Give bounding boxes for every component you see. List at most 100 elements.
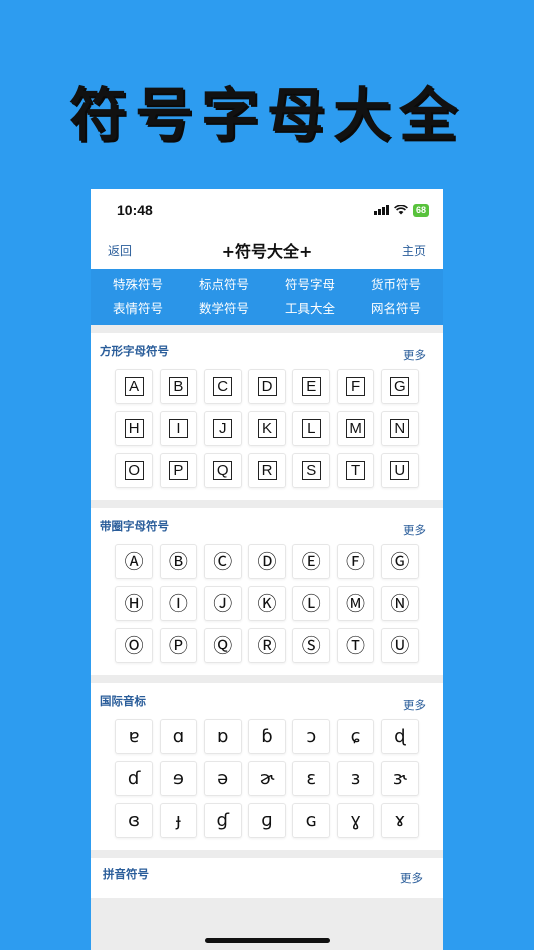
nav-bar: 返回 +符号大全+ 主页 — [91, 231, 443, 269]
symbol-cell[interactable]: R — [248, 453, 286, 488]
symbol-cell[interactable]: J — [203, 411, 242, 446]
symbol-glyph: Ⓑ — [168, 550, 188, 573]
symbol-cell[interactable]: ɛ — [292, 761, 331, 796]
symbol-cell[interactable]: Ⓞ — [115, 628, 153, 663]
symbol-cell[interactable]: ɠ — [203, 803, 242, 838]
symbol-cell[interactable]: P — [159, 453, 198, 488]
symbol-glyph: Ⓗ — [124, 592, 144, 615]
back-button[interactable]: 返回 — [108, 242, 132, 259]
symbol-cell[interactable]: T — [336, 453, 375, 488]
symbol-cell[interactable]: Ⓢ — [292, 628, 331, 663]
symbol-glyph: Ⓣ — [346, 634, 366, 657]
symbol-cell[interactable]: ɟ — [159, 803, 198, 838]
section-title: 国际音标 — [100, 694, 146, 708]
symbol-grid: Ⓐ Ⓑ Ⓒ Ⓓ Ⓔ Ⓕ Ⓖ Ⓗ Ⓘ Ⓙ Ⓚ Ⓛ Ⓜ Ⓝ Ⓞ Ⓟ Ⓠ Ⓡ Ⓢ Ⓣ Ⓤ — [97, 544, 437, 663]
symbol-glyph: ɖ — [394, 725, 406, 747]
tab-punctuation[interactable]: 标点符号 — [181, 275, 267, 294]
symbol-cell[interactable]: ɖ — [381, 719, 419, 754]
symbol-cell[interactable]: ɚ — [248, 761, 286, 796]
symbol-cell[interactable]: S — [292, 453, 331, 488]
symbol-cell[interactable]: F — [336, 369, 375, 404]
symbol-cell[interactable]: Ⓗ — [115, 586, 153, 621]
symbol-cell[interactable]: Ⓘ — [159, 586, 198, 621]
tab-math[interactable]: 数学符号 — [181, 299, 267, 318]
banner-title: 符号字母大全 — [68, 81, 465, 149]
symbol-cell[interactable]: B — [159, 369, 198, 404]
symbol-cell[interactable]: Ⓝ — [381, 586, 419, 621]
symbol-cell[interactable]: G — [381, 369, 419, 404]
symbol-cell[interactable]: L — [292, 411, 331, 446]
symbol-cell[interactable]: C — [203, 369, 242, 404]
tab-emoticons[interactable]: 表情符号 — [95, 299, 181, 318]
more-button[interactable]: 更多 — [403, 697, 426, 713]
symbol-cell[interactable]: E — [292, 369, 331, 404]
symbol-cell[interactable]: ɒ — [203, 719, 242, 754]
symbol-cell[interactable]: K — [248, 411, 286, 446]
symbol-cell[interactable]: ə — [203, 761, 242, 796]
symbol-cell[interactable]: N — [381, 411, 419, 446]
symbol-cell[interactable]: Ⓒ — [203, 544, 242, 579]
symbol-cell[interactable]: ɞ — [115, 803, 153, 838]
symbol-cell[interactable]: Q — [203, 453, 242, 488]
symbol-cell[interactable]: ɤ — [381, 803, 419, 838]
tab-currency[interactable]: 货币符号 — [353, 275, 439, 294]
symbol-cell[interactable]: Ⓤ — [381, 628, 419, 663]
section-title: 拼音符号 — [103, 867, 149, 881]
symbol-glyph: ɤ — [394, 809, 406, 831]
symbol-cell[interactable]: ɔ — [292, 719, 331, 754]
symbol-cell[interactable]: ɕ — [336, 719, 375, 754]
symbol-cell[interactable]: ɣ — [336, 803, 375, 838]
symbol-cell[interactable]: ɘ — [159, 761, 198, 796]
symbol-glyph: C — [213, 377, 233, 396]
symbol-cell[interactable]: Ⓓ — [248, 544, 286, 579]
more-button[interactable]: 更多 — [403, 347, 426, 363]
symbol-cell[interactable]: D — [248, 369, 286, 404]
symbol-cell[interactable]: ɢ — [292, 803, 331, 838]
symbol-cell[interactable]: Ⓣ — [336, 628, 375, 663]
symbol-cell[interactable]: ɗ — [115, 761, 153, 796]
section-title: 方形字母符号 — [100, 344, 169, 358]
symbol-cell[interactable]: M — [336, 411, 375, 446]
symbol-cell[interactable]: O — [115, 453, 153, 488]
symbol-cell[interactable]: ɜ — [336, 761, 375, 796]
symbol-cell[interactable]: ɝ — [381, 761, 419, 796]
symbol-cell[interactable]: Ⓟ — [159, 628, 198, 663]
symbol-cell[interactable]: Ⓠ — [203, 628, 242, 663]
symbol-cell[interactable]: Ⓕ — [336, 544, 375, 579]
symbol-cell[interactable]: H — [115, 411, 153, 446]
home-button[interactable]: 主页 — [402, 242, 426, 259]
symbol-cell[interactable]: A — [115, 369, 153, 404]
section-squared-letters: 方形字母符号 更多 A B C D E F G H I J K L M N O P Q R S T U — [91, 333, 443, 500]
symbol-cell[interactable]: Ⓛ — [292, 586, 331, 621]
tab-nickname-symbols[interactable]: 网名符号 — [353, 299, 439, 318]
symbol-cell[interactable]: Ⓜ — [336, 586, 375, 621]
symbol-cell[interactable]: Ⓚ — [248, 586, 286, 621]
symbol-glyph: D — [257, 377, 277, 396]
symbol-cell[interactable]: ɓ — [248, 719, 286, 754]
battery-icon: 68 — [412, 203, 429, 217]
tab-letter-symbols[interactable]: 符号字母 — [267, 275, 353, 294]
symbol-cell[interactable]: U — [381, 453, 419, 488]
symbol-cell[interactable]: Ⓖ — [381, 544, 419, 579]
more-button[interactable]: 更多 — [400, 870, 423, 886]
symbol-cell[interactable]: Ⓙ — [203, 586, 242, 621]
more-button[interactable]: 更多 — [403, 522, 426, 538]
wifi-icon — [394, 205, 408, 215]
symbol-glyph: Ⓤ — [390, 634, 410, 657]
symbol-cell[interactable]: Ⓐ — [115, 544, 153, 579]
symbol-cell[interactable]: I — [159, 411, 198, 446]
symbol-cell[interactable]: ɐ — [115, 719, 153, 754]
tab-tools[interactable]: 工具大全 — [267, 299, 353, 318]
symbol-cell[interactable]: ɑ — [159, 719, 198, 754]
symbol-cell[interactable]: ɡ — [248, 803, 286, 838]
symbol-cell[interactable]: Ⓔ — [292, 544, 331, 579]
symbol-glyph: Q — [213, 461, 233, 480]
symbol-glyph: ɢ — [305, 809, 317, 831]
symbol-glyph: ɠ — [216, 809, 229, 831]
symbol-grid: A B C D E F G H I J K L M N O P Q R S T U — [97, 369, 437, 488]
symbol-cell[interactable]: Ⓑ — [159, 544, 198, 579]
symbol-cell[interactable]: Ⓡ — [248, 628, 286, 663]
section-pinyin: 拼音符号 更多 — [91, 858, 443, 898]
tab-special-symbols[interactable]: 特殊符号 — [95, 275, 181, 294]
symbol-glyph: ɣ — [350, 809, 361, 831]
